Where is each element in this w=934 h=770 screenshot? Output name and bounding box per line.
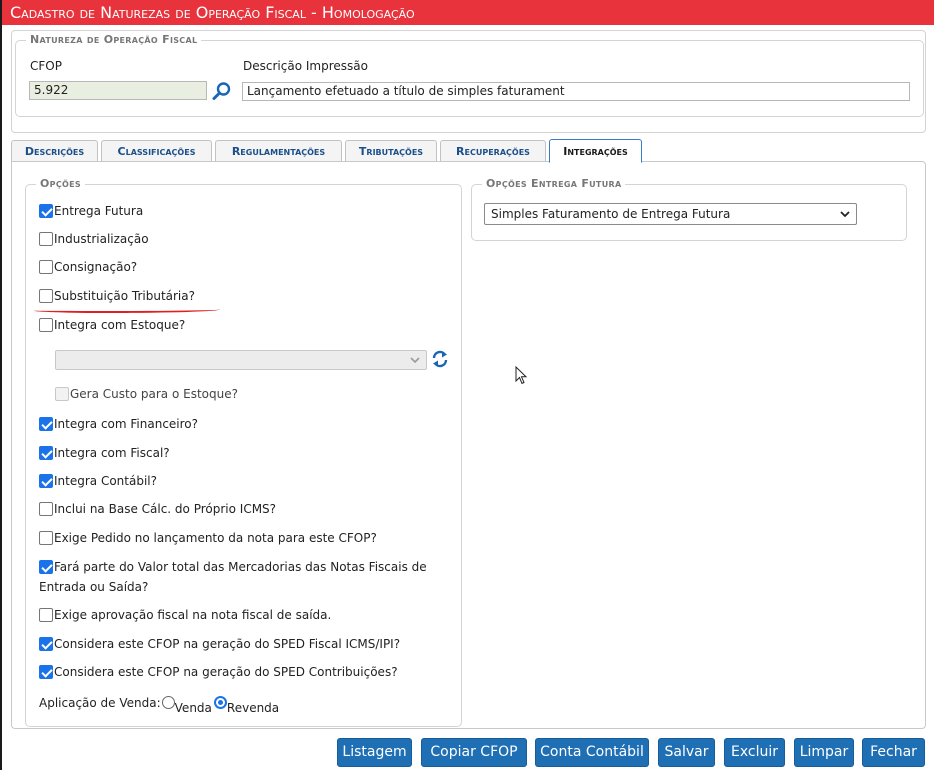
cfop-label: CFOP xyxy=(30,59,62,73)
entrega-futura-legend: Opções Entrega Futura xyxy=(482,177,626,190)
limpar-button[interactable]: Limpar xyxy=(794,738,854,767)
checkbox-integra-financeiro[interactable]: Integra com Financeiro? xyxy=(39,416,198,432)
natureza-legend: Natureza de Operação Fiscal xyxy=(26,33,202,46)
window-left-edge xyxy=(0,0,2,770)
checkbox-sped-contribuicoes[interactable]: Considera este CFOP na geração do SPED C… xyxy=(39,664,398,680)
checkbox-label: Entrega Futura xyxy=(54,204,144,218)
checkbox-consignacao[interactable]: Consignação? xyxy=(39,259,137,275)
excluir-button[interactable]: Excluir xyxy=(724,738,785,767)
aplicacao-venda-group: Aplicação de Venda: Venda Revenda xyxy=(39,694,280,715)
copiar-cfop-button[interactable]: Copiar CFOP xyxy=(421,738,527,767)
checkbox-industrializacao[interactable]: Industrialização xyxy=(39,231,149,247)
checkbox-label: Integra com Fiscal? xyxy=(54,446,170,460)
checkbox-label: Exige Pedido no lançamento da nota para … xyxy=(54,531,377,545)
tab-classificacoes[interactable]: Classificações xyxy=(101,140,212,162)
tab-tributacoes[interactable]: Tributações xyxy=(345,140,437,162)
checkbox-label: Industrialização xyxy=(54,232,149,246)
checkbox-exige-aprovacao[interactable]: Exige aprovação fiscal na nota fiscal de… xyxy=(39,607,331,623)
aplicacao-venda-label: Aplicação de Venda: xyxy=(39,696,161,710)
checkbox-box[interactable] xyxy=(39,289,53,303)
checkbox-integra-fiscal[interactable]: Integra com Fiscal? xyxy=(39,445,170,461)
checkbox-box[interactable] xyxy=(39,260,53,274)
chevron-down-icon xyxy=(840,211,850,218)
window-title: Cadastro de Naturezas de Operação Fiscal… xyxy=(2,0,934,25)
checkbox-label: Considera este CFOP na geração do SPED C… xyxy=(54,665,398,679)
checkbox-label: Gera Custo para o Estoque? xyxy=(70,387,238,401)
checkbox-exige-pedido[interactable]: Exige Pedido no lançamento da nota para … xyxy=(39,530,377,546)
checkbox-box[interactable] xyxy=(39,531,53,545)
checkbox-label: Exige aprovação fiscal na nota fiscal de… xyxy=(54,608,332,622)
checkbox-box[interactable] xyxy=(39,417,53,431)
checkbox-valor-total[interactable]: Fará parte do Valor total das Mercadoria… xyxy=(39,559,427,575)
checkbox-label: Integra Contábil? xyxy=(54,474,157,488)
radio-venda-label: Venda xyxy=(174,701,212,715)
checkbox-integra-estoque[interactable]: Integra com Estoque? xyxy=(39,317,185,333)
checkbox-label: Inclui na Base Cálc. do Próprio ICMS? xyxy=(54,502,277,516)
checkbox-sped-fiscal[interactable]: Considera este CFOP na geração do SPED F… xyxy=(39,636,400,652)
search-icon[interactable] xyxy=(211,81,233,101)
radio-revenda-label: Revenda xyxy=(226,701,280,715)
checkbox-box[interactable] xyxy=(39,560,53,574)
mouse-pointer-icon xyxy=(515,366,528,385)
checkbox-box[interactable] xyxy=(39,446,53,460)
checkbox-box[interactable] xyxy=(39,665,53,679)
checkbox-box[interactable] xyxy=(39,318,53,332)
checkbox-label: Consignação? xyxy=(54,260,138,274)
checkbox-substituicao-tributaria[interactable]: Substituição Tributária? xyxy=(39,288,195,304)
descricao-label: Descrição Impressão xyxy=(243,59,368,73)
salvar-button[interactable]: Salvar xyxy=(658,738,715,767)
checkbox-label: Considera este CFOP na geração do SPED F… xyxy=(54,637,401,651)
checkbox-box[interactable] xyxy=(39,502,53,516)
checkbox-integra-contabil[interactable]: Integra Contábil? xyxy=(39,473,157,489)
checkbox-box[interactable] xyxy=(39,608,53,622)
entrega-futura-select-value: Simples Faturamento de Entrega Futura xyxy=(491,207,731,221)
checkbox-box[interactable] xyxy=(39,637,53,651)
natureza-fieldset: Natureza de Operação Fiscal xyxy=(15,33,924,117)
fechar-button[interactable]: Fechar xyxy=(862,738,925,767)
checkbox-label: Integra com Financeiro? xyxy=(54,417,199,431)
checkbox-gera-custo[interactable]: Gera Custo para o Estoque? xyxy=(55,386,238,402)
radio-venda[interactable] xyxy=(161,696,175,709)
refresh-icon[interactable] xyxy=(430,349,450,369)
chevron-down-icon xyxy=(410,357,420,364)
tab-descricoes[interactable]: Descrições xyxy=(11,140,98,162)
entrega-futura-select[interactable]: Simples Faturamento de Entrega Futura xyxy=(484,203,857,225)
checkbox-label: Substituição Tributária? xyxy=(54,289,195,303)
estoque-select[interactable] xyxy=(55,350,427,370)
checkbox-label: Fará parte do Valor total das Mercadoria… xyxy=(54,560,427,574)
checkbox-label-continued: Entrada ou Saída? xyxy=(39,580,149,594)
checkbox-base-calc-icms[interactable]: Inclui na Base Cálc. do Próprio ICMS? xyxy=(39,501,276,517)
listagem-button[interactable]: Listagem xyxy=(337,738,412,767)
conta-contabil-button[interactable]: Conta Contábil xyxy=(535,738,649,767)
tab-recuperacoes[interactable]: Recuperações xyxy=(440,140,546,162)
checkbox-box[interactable] xyxy=(55,387,69,401)
tab-regulamentacoes[interactable]: Regulamentações xyxy=(215,140,342,162)
checkbox-box[interactable] xyxy=(39,204,53,218)
radio-revenda[interactable] xyxy=(213,696,227,709)
tab-integracoes[interactable]: Integrações xyxy=(549,139,642,163)
descricao-input[interactable]: Lançamento efetuado a título de simples … xyxy=(242,82,910,101)
checkbox-entrega-futura[interactable]: Entrega Futura xyxy=(39,203,143,219)
cfop-input[interactable]: 5.922 xyxy=(29,81,207,100)
checkbox-label: Integra com Estoque? xyxy=(54,318,186,332)
opcoes-legend: Opções xyxy=(36,177,85,190)
checkbox-box[interactable] xyxy=(39,232,53,246)
checkbox-box[interactable] xyxy=(39,474,53,488)
